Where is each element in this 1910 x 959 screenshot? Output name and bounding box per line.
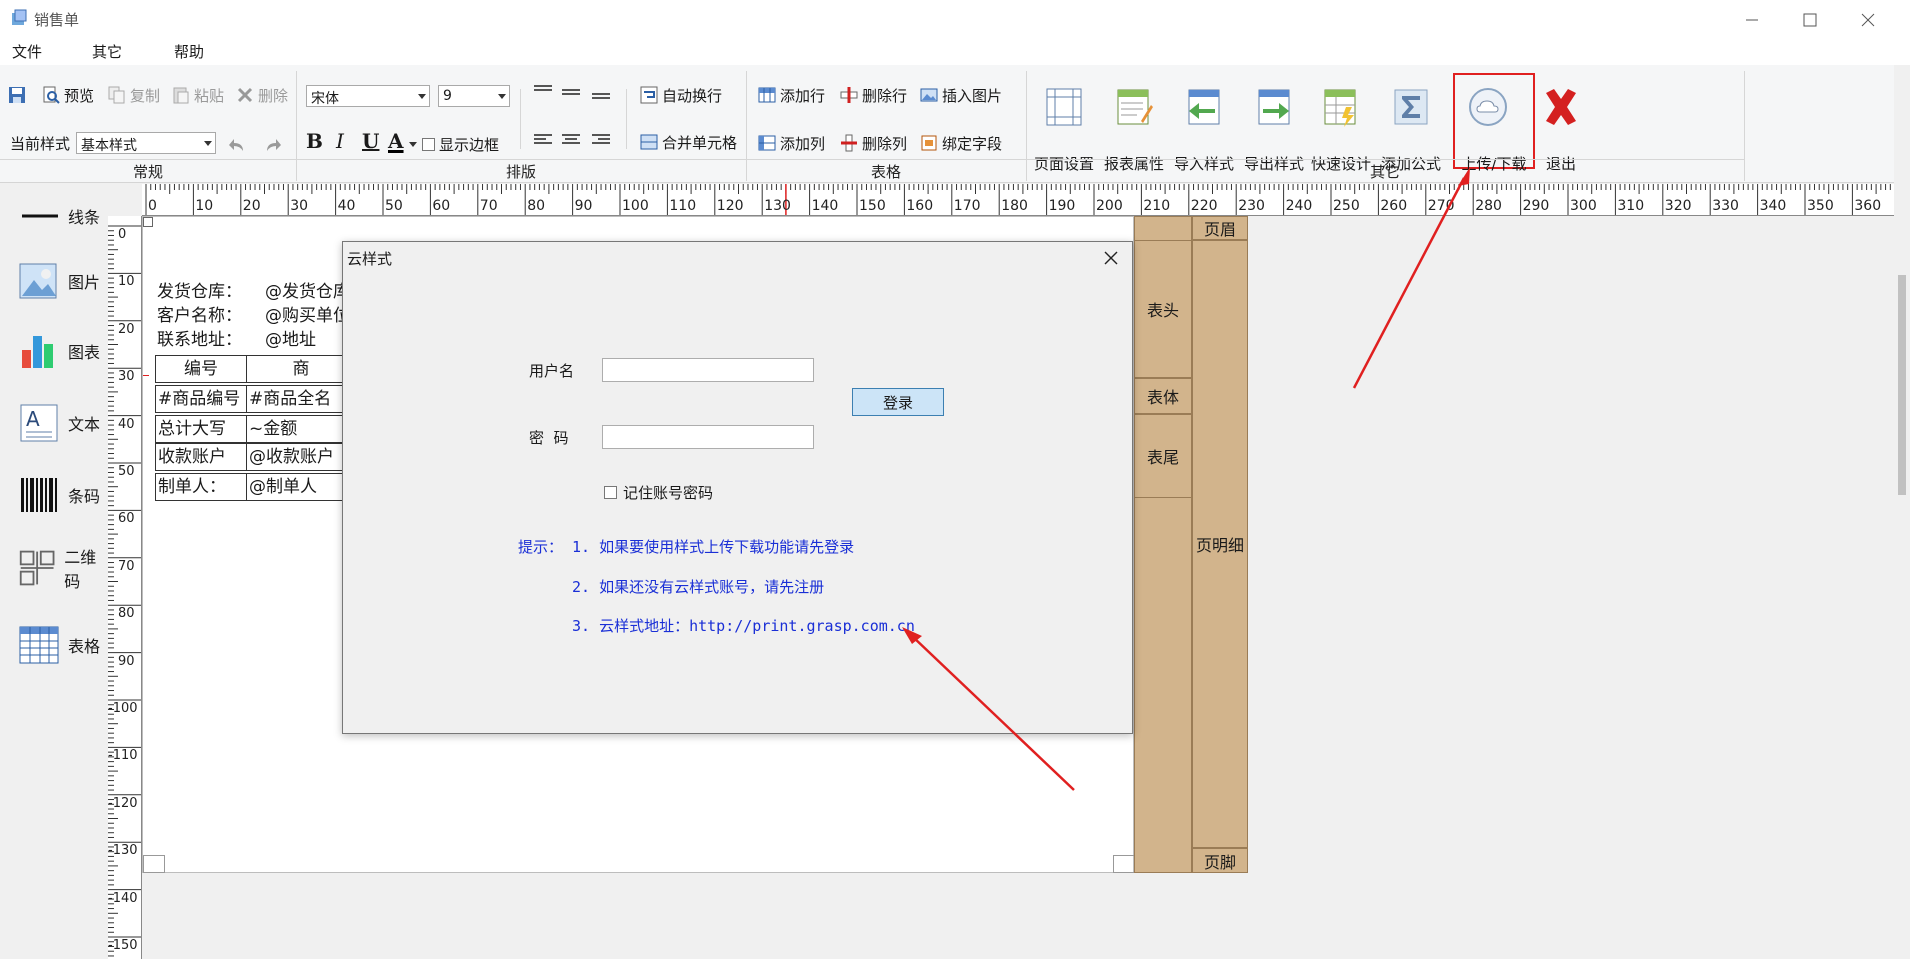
arrow-line-upload <box>1352 177 1466 389</box>
scrollbar-thumb[interactable] <box>1898 275 1906 495</box>
arrow-line-address <box>911 635 1075 791</box>
arrowhead-icon <box>1458 167 1470 186</box>
annotation-arrows <box>902 167 1470 791</box>
vertical-scrollbar[interactable] <box>1894 65 1910 959</box>
